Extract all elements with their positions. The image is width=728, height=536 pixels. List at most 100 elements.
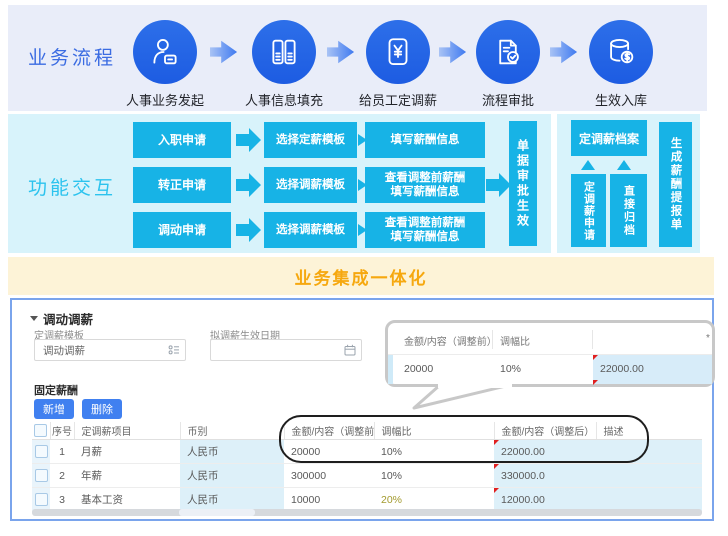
row-checkbox[interactable]	[35, 445, 48, 458]
currency-cell[interactable]: 人民币	[180, 488, 284, 512]
item-cell[interactable]: 年薪	[74, 464, 180, 488]
desc-cell[interactable]	[596, 464, 702, 488]
callout-col-before: 金额/内容（调整前）	[404, 333, 497, 348]
box-label: 填写薪酬信息	[391, 185, 460, 199]
box-regularization-apply: 转正申请	[133, 167, 231, 203]
callout-after-value: 22000.00	[600, 363, 644, 375]
scrollbar-thumb[interactable]	[179, 509, 255, 516]
flow-step-set-salary	[366, 20, 430, 84]
callout-before-value: 20000	[404, 363, 433, 375]
callout-col-ratio: 调幅比	[500, 333, 530, 348]
box-choose-template: 选择调薪模板	[264, 167, 357, 203]
table-row[interactable]: 3 基本工资 人民币 10000 20% 12000.00	[32, 488, 702, 512]
after-value: 12000.00	[501, 494, 545, 506]
seq-cell: 3	[50, 488, 74, 512]
after-cell[interactable]: 12000.00	[494, 488, 596, 512]
box-bill-approve-effect: 单据审批生效	[509, 121, 537, 246]
currency-cell[interactable]: 人民币	[180, 440, 284, 464]
collapse-triangle-icon[interactable]	[30, 316, 38, 321]
seq-cell: 2	[50, 464, 74, 488]
table-row[interactable]: 2 年薪 人民币 300000 10% 330000.0	[32, 464, 702, 488]
interaction-title: 功能交互	[28, 173, 116, 200]
delete-button[interactable]: 删除	[82, 399, 122, 419]
ratio-cell[interactable]: 20%	[374, 488, 494, 512]
horizontal-scrollbar[interactable]	[32, 509, 702, 516]
box-choose-template: 选择定薪模板	[264, 122, 357, 158]
flow-step-label: 人事信息填充	[224, 90, 344, 109]
calendar-icon[interactable]	[344, 344, 356, 356]
box-onboarding-apply: 入职申请	[133, 122, 231, 158]
col-after-label: 金额/内容（调整后）	[502, 427, 595, 438]
lookup-icon[interactable]	[168, 344, 180, 356]
before-cell[interactable]: 10000	[284, 488, 374, 512]
row-edge-tint	[388, 355, 393, 384]
col-currency: 币别	[180, 422, 284, 440]
flow-step-initiate	[133, 20, 197, 84]
edited-corner-marker	[494, 464, 499, 469]
col-seq: 序号	[50, 422, 74, 440]
interaction-section: 功能交互 入职申请 选择定薪模板 填写薪酬信息 转正申请 选择调薪模板 查看调整…	[8, 114, 551, 253]
row-checkbox[interactable]	[35, 469, 48, 482]
flow-arrow-icon	[326, 38, 356, 66]
edited-corner-marker	[494, 440, 499, 445]
edited-corner-marker	[494, 488, 499, 493]
business-flow-section: 业务流程 人事业务发起 人事信息填充 给员工定调薪 流程审批	[8, 5, 707, 111]
desc-cell[interactable]	[596, 440, 702, 464]
desc-cell[interactable]	[596, 488, 702, 512]
col-before: 金额/内容（调整前）	[284, 422, 374, 440]
document-check-icon	[491, 35, 525, 69]
select-all-cell	[32, 422, 50, 440]
flow-arrow-icon	[549, 38, 579, 66]
zoom-callout-bubble: 金额/内容（调整前） 调幅比 * 20000 10% 22000.00	[385, 320, 715, 387]
box-label: 调动申请	[158, 223, 206, 238]
col-after: 金额/内容（调整后）*	[494, 422, 596, 440]
before-cell[interactable]: 20000	[284, 440, 374, 464]
business-flow-title: 业务流程	[28, 43, 116, 70]
flow-arrow-icon	[438, 38, 468, 66]
box-label: 选择调薪模板	[276, 223, 345, 237]
effect-date-input[interactable]	[210, 339, 362, 361]
salary-card-icon	[381, 35, 415, 69]
template-field	[34, 339, 186, 361]
box-label: 转正申请	[158, 178, 206, 193]
flow-step-fill-info	[252, 20, 316, 84]
after-cell[interactable]: 22000.00	[494, 440, 596, 464]
row-select-cell	[32, 488, 50, 512]
before-cell[interactable]: 300000	[284, 464, 374, 488]
after-cell[interactable]: 330000.0	[494, 464, 596, 488]
box-salary-archive: 定调薪档案	[571, 120, 647, 156]
cyan-arrow-icon	[236, 217, 262, 243]
section-header[interactable]: 调动调薪	[30, 309, 93, 328]
ratio-cell[interactable]: 10%	[374, 440, 494, 464]
flow-step-approve	[476, 20, 540, 84]
person-badge-icon	[148, 35, 182, 69]
currency-cell[interactable]: 人民币	[180, 464, 284, 488]
box-label: 查看调整前薪酬	[385, 216, 466, 230]
edited-corner-marker	[593, 355, 598, 360]
box-label: 填写薪酬信息	[391, 230, 460, 244]
box-fill-salary: 查看调整前薪酬填写薪酬信息	[365, 167, 485, 203]
column-divider	[592, 330, 593, 349]
col-ratio: 调幅比	[374, 422, 494, 440]
item-cell[interactable]: 基本工资	[74, 488, 180, 512]
ratio-cell[interactable]: 10%	[374, 464, 494, 488]
up-arrow-icon	[581, 160, 595, 170]
add-button[interactable]: 新增	[34, 399, 74, 419]
col-item: 定调薪项目	[74, 422, 180, 440]
select-all-checkbox[interactable]	[34, 424, 47, 437]
after-value: 22000.00	[501, 446, 545, 458]
row-select-cell	[32, 440, 50, 464]
column-divider	[492, 330, 493, 349]
salary-adjust-panel: 调动调薪 定调薪模板 拟调薪生效日期 固定薪酬 新增 删除 序号 定调薪项目 币…	[10, 298, 714, 521]
seq-cell: 1	[50, 440, 74, 464]
box-label: 查看调整前薪酬	[385, 171, 466, 185]
box-label: 填写薪酬信息	[391, 133, 460, 147]
table-header-row: 序号 定调薪项目 币别 金额/内容（调整前） 调幅比 金额/内容（调整后）* 描…	[32, 422, 702, 440]
template-input[interactable]	[34, 339, 186, 361]
required-mark: *	[706, 333, 710, 344]
table-row[interactable]: 1 月薪 人民币 20000 10% 22000.00	[32, 440, 702, 464]
database-dollar-icon	[604, 35, 638, 69]
item-cell[interactable]: 月薪	[74, 440, 180, 464]
archive-folders-icon	[267, 35, 301, 69]
row-checkbox[interactable]	[35, 493, 48, 506]
